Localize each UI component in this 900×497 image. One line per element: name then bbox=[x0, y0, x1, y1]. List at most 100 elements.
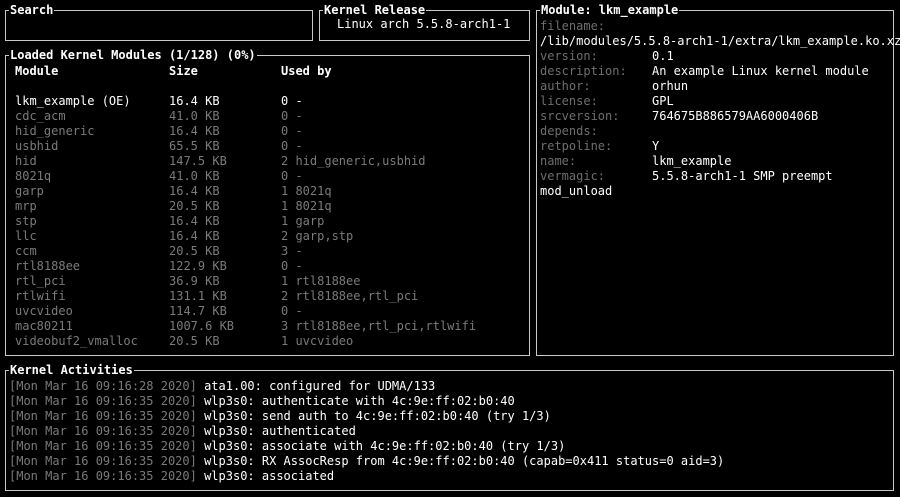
module-info-panel[interactable]: Module: lkm_example filename: /lib/modul… bbox=[536, 3, 900, 356]
kernel-release-value: Linux arch 5.5.8-arch1-1 bbox=[337, 17, 511, 31]
log-timestamp: [Mon Mar 16 09:16:35 2020] bbox=[9, 394, 197, 408]
module-row[interactable]: hid 147.5 KB 2 hid_generic,usbhid bbox=[6, 154, 529, 169]
log-timestamp: [Mon Mar 16 09:16:35 2020] bbox=[9, 439, 197, 453]
loaded-modules-panel[interactable]: Loaded Kernel Modules (1/128) (0%) Modul… bbox=[5, 48, 530, 356]
modules-table-body[interactable]: lkm_example (OE) 16.4 KB 0 - cdc_acm 41.0 KB… bbox=[6, 94, 529, 349]
module-used-by-cell: 0 - bbox=[281, 169, 303, 183]
module-size-cell: 41.0 KB bbox=[169, 109, 220, 123]
log-timestamp: [Mon Mar 16 09:16:35 2020] bbox=[9, 409, 197, 423]
module-name-cell: hid bbox=[15, 154, 37, 168]
modules-table-header: Module Size Used by bbox=[6, 64, 529, 79]
module-size-cell: 122.9 KB bbox=[169, 259, 227, 273]
module-row[interactable]: videobuf2_vmalloc 20.5 KB 1 uvcvideo bbox=[6, 334, 529, 349]
column-header-used-by: Used by bbox=[281, 64, 332, 78]
module-name-cell: mac80211 bbox=[15, 319, 73, 333]
info-value: 5.5.8-arch1-1 SMP preempt bbox=[652, 169, 833, 183]
info-key: author: bbox=[540, 79, 591, 93]
info-value: /lib/modules/5.5.8-arch1-1/extra/lkm_exa… bbox=[540, 34, 900, 48]
module-info-title: Module: lkm_example bbox=[540, 3, 680, 17]
info-row: srcversion: 764675B886579AA6000406B bbox=[540, 109, 890, 124]
info-value: An example Linux kernel module bbox=[652, 64, 869, 78]
info-value: Y bbox=[652, 139, 660, 153]
info-row: description: An example Linux kernel modu… bbox=[540, 64, 890, 79]
log-entry: [Mon Mar 16 09:16:35 2020] wlp3s0: assoc… bbox=[9, 439, 890, 454]
info-key: license: bbox=[540, 94, 598, 108]
kernel-log-list: [Mon Mar 16 09:16:28 2020] ata1.00: conf… bbox=[9, 379, 890, 484]
log-entry: [Mon Mar 16 09:16:35 2020] wlp3s0: authe… bbox=[9, 424, 890, 439]
column-header-module: Module bbox=[15, 64, 59, 78]
module-used-by-cell: 1 8021q bbox=[281, 199, 332, 213]
module-size-cell: 65.5 KB bbox=[169, 139, 220, 153]
module-name-cell: llc bbox=[15, 229, 37, 243]
module-name-cell: hid_generic bbox=[15, 124, 95, 138]
log-entry: [Mon Mar 16 09:16:35 2020] wlp3s0: assoc… bbox=[9, 469, 890, 484]
module-row[interactable]: cdc_acm 41.0 KB 0 - bbox=[6, 109, 529, 124]
module-size-cell: 16.4 KB bbox=[169, 214, 220, 228]
module-row[interactable]: llc 16.4 KB 2 garp,stp bbox=[6, 229, 529, 244]
log-message: wlp3s0: send auth to 4c:9e:ff:02:b0:40 (… bbox=[204, 409, 551, 423]
info-row-filename-value: /lib/modules/5.5.8-arch1-1/extra/lkm_exa… bbox=[540, 34, 900, 49]
module-name-cell: rtl_pci bbox=[15, 274, 66, 288]
module-row[interactable]: mrp 20.5 KB 1 8021q bbox=[6, 199, 529, 214]
module-row[interactable]: rtl_pci 36.9 KB 1 rtl8188ee bbox=[6, 274, 529, 289]
module-used-by-cell: 1 8021q bbox=[281, 184, 332, 198]
info-row: depends: bbox=[540, 124, 890, 139]
kernel-activities-panel[interactable]: Kernel Activities [Mon Mar 16 09:16:28 2… bbox=[5, 363, 894, 491]
module-size-cell: 1007.6 KB bbox=[169, 319, 235, 333]
module-row[interactable]: 8021q 41.0 KB 0 - bbox=[6, 169, 529, 184]
kernel-release-title: Kernel Release bbox=[323, 3, 427, 17]
module-used-by-cell: 3 - bbox=[281, 244, 303, 258]
module-info-list: filename: /lib/modules/5.5.8-arch1-1/ext… bbox=[540, 19, 900, 199]
log-message: ata1.00: configured for UDMA/133 bbox=[204, 379, 436, 393]
log-timestamp: [Mon Mar 16 09:16:35 2020] bbox=[9, 469, 197, 483]
info-row: license: GPL bbox=[540, 94, 890, 109]
module-used-by-cell: 0 - bbox=[281, 94, 303, 108]
module-row[interactable]: lkm_example (OE) 16.4 KB 0 - bbox=[6, 94, 529, 109]
module-row[interactable]: hid_generic 16.4 KB 0 - bbox=[6, 124, 529, 139]
search-panel-title: Search bbox=[9, 3, 55, 17]
module-size-cell: 20.5 KB bbox=[169, 199, 220, 213]
module-row[interactable]: mac80211 1007.6 KB 3 rtl8188ee,rtl_pci,rtl… bbox=[6, 319, 529, 334]
module-row[interactable]: uvcvideo 114.7 KB 0 - bbox=[6, 304, 529, 319]
module-size-cell: 16.4 KB bbox=[169, 94, 220, 108]
module-used-by-cell: 3 rtl8188ee,rtl_pci,rtlwifi bbox=[281, 319, 477, 333]
module-name-cell: ccm bbox=[15, 244, 37, 258]
module-row[interactable]: usbhid 65.5 KB 0 - bbox=[6, 139, 529, 154]
search-input[interactable] bbox=[12, 17, 306, 33]
log-entry: [Mon Mar 16 09:16:35 2020] wlp3s0: authe… bbox=[9, 394, 890, 409]
info-row-filename-key: filename: bbox=[540, 19, 890, 34]
log-message: wlp3s0: RX AssocResp from 4c:9e:ff:02:b0… bbox=[204, 454, 725, 468]
info-key: depends: bbox=[540, 124, 598, 138]
log-message: wlp3s0: authenticate with 4c:9e:ff:02:b0… bbox=[204, 394, 515, 408]
module-row[interactable]: ccm 20.5 KB 3 - bbox=[6, 244, 529, 259]
info-value: 0.1 bbox=[652, 49, 674, 63]
log-message: wlp3s0: associated bbox=[204, 469, 335, 483]
module-used-by-cell: 0 - bbox=[281, 259, 303, 273]
module-used-by-cell: 2 garp,stp bbox=[281, 229, 354, 243]
module-name-cell: lkm_example (OE) bbox=[15, 94, 131, 108]
module-name-cell: garp bbox=[15, 184, 44, 198]
module-used-by-cell: 0 - bbox=[281, 139, 303, 153]
module-name-cell: videobuf2_vmalloc bbox=[15, 334, 138, 348]
module-name-cell: stp bbox=[15, 214, 37, 228]
module-size-cell: 20.5 KB bbox=[169, 334, 220, 348]
module-used-by-cell: 0 - bbox=[281, 124, 303, 138]
info-value: lkm_example bbox=[652, 154, 732, 168]
module-row[interactable]: stp 16.4 KB 1 garp bbox=[6, 214, 529, 229]
info-row: vermagic: 5.5.8-arch1-1 SMP preempt bbox=[540, 169, 890, 184]
info-value: GPL bbox=[652, 94, 674, 108]
module-name-cell: rtlwifi bbox=[15, 289, 66, 303]
info-row: name: lkm_example bbox=[540, 154, 890, 169]
info-key: srcversion: bbox=[540, 109, 620, 123]
log-message: wlp3s0: authenticated bbox=[204, 424, 356, 438]
module-name-cell: cdc_acm bbox=[15, 109, 66, 123]
module-used-by-cell: 0 - bbox=[281, 304, 303, 318]
column-header-size: Size bbox=[169, 64, 198, 78]
module-row[interactable]: rtlwifi 131.1 KB 2 rtl8188ee,rtl_pci bbox=[6, 289, 529, 304]
module-row[interactable]: garp 16.4 KB 1 8021q bbox=[6, 184, 529, 199]
module-size-cell: 16.4 KB bbox=[169, 124, 220, 138]
log-timestamp: [Mon Mar 16 09:16:35 2020] bbox=[9, 424, 197, 438]
module-row[interactable]: rtl8188ee 122.9 KB 0 - bbox=[6, 259, 529, 274]
info-key: name: bbox=[540, 154, 577, 168]
loaded-modules-title: Loaded Kernel Modules (1/128) (0%) bbox=[9, 48, 257, 62]
